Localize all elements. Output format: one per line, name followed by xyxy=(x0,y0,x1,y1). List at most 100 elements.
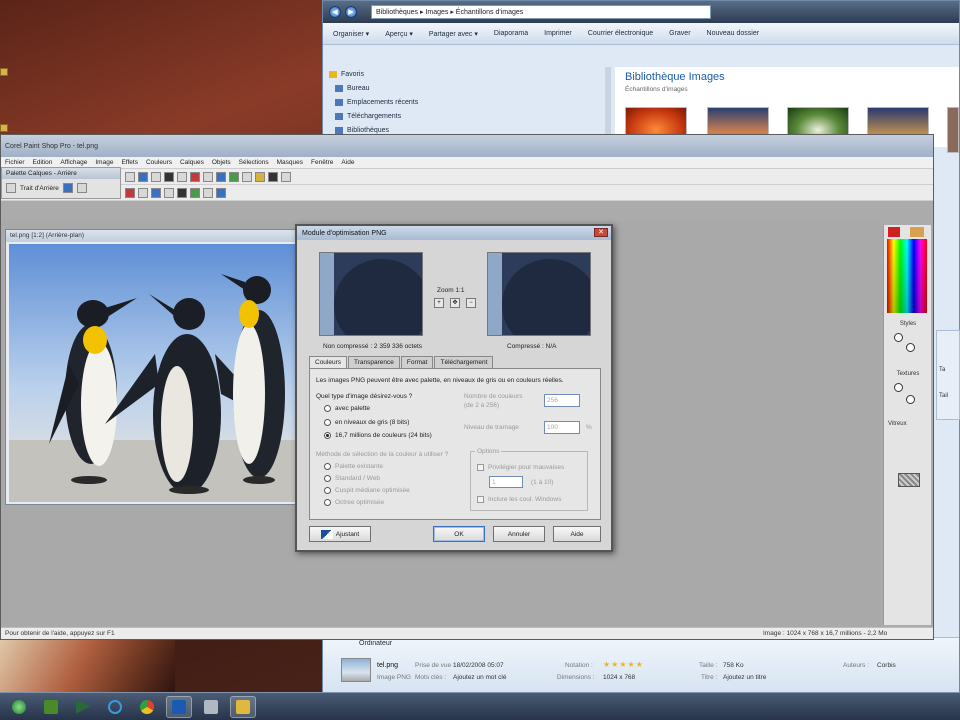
browser-icon[interactable] xyxy=(229,171,239,182)
open-file-icon[interactable] xyxy=(138,171,148,182)
menu-selections[interactable]: Sélections xyxy=(239,159,269,166)
cancel-button[interactable]: Annuler xyxy=(493,526,545,542)
taskbar-psp[interactable] xyxy=(166,695,192,718)
dither-input[interactable]: 100 xyxy=(544,421,580,434)
color-picker-spectrum[interactable] xyxy=(887,239,927,313)
undo-icon[interactable] xyxy=(177,171,187,182)
checkbox-icon[interactable] xyxy=(477,464,484,471)
start-button[interactable] xyxy=(6,696,32,718)
menu-file[interactable]: Fichier xyxy=(5,159,25,166)
nav-scrollbar[interactable] xyxy=(605,67,611,137)
tool-icon[interactable] xyxy=(190,187,200,198)
texture-swatch-icon[interactable] xyxy=(894,383,903,392)
taskbar-media[interactable] xyxy=(70,696,96,718)
toolbar-organize[interactable]: Organiser ▾ xyxy=(333,30,369,38)
back-arrow-icon[interactable]: ◀ xyxy=(329,6,341,18)
tool-icon[interactable] xyxy=(138,187,148,198)
pan-icon[interactable]: ✥ xyxy=(450,298,460,308)
texture-swatch-icon[interactable] xyxy=(906,395,915,404)
menu-effects[interactable]: Effets xyxy=(121,159,138,166)
bleed-amount-input[interactable]: 1 xyxy=(489,476,523,488)
radio-icon[interactable] xyxy=(324,487,331,494)
address-bar[interactable]: Bibliothèques ▸ Images ▸ Échantillons d'… xyxy=(371,5,711,19)
method-octree[interactable]: Octree optimisée xyxy=(324,499,384,506)
tab-transparency[interactable]: Transparence xyxy=(348,356,400,368)
toolbar-preview[interactable]: Aperçu ▾ xyxy=(385,30,413,38)
num-colors-input[interactable]: 256 xyxy=(544,394,580,407)
help-button[interactable]: Aide xyxy=(553,526,601,542)
print-icon[interactable] xyxy=(164,171,174,182)
menu-objects[interactable]: Objets xyxy=(212,159,231,166)
method-existing-palette[interactable]: Palette existante xyxy=(324,463,383,470)
menu-masks[interactable]: Masques xyxy=(277,159,303,166)
radio-icon[interactable] xyxy=(324,405,331,412)
ok-button[interactable]: OK xyxy=(433,526,485,542)
paste-icon[interactable] xyxy=(216,171,226,182)
transparent-label[interactable]: Vitreux xyxy=(884,421,932,427)
menu-colors[interactable]: Couleurs xyxy=(146,159,172,166)
menu-window[interactable]: Fenêtre xyxy=(311,159,333,166)
thumbnail-partial[interactable] xyxy=(947,107,959,153)
radio-icon[interactable] xyxy=(324,463,331,470)
details-title-value[interactable]: Ajoutez un titre xyxy=(723,674,766,681)
tool-icon[interactable] xyxy=(125,187,135,198)
layers-palette-title[interactable]: Palette Calques - Arrière xyxy=(2,168,120,179)
rating-stars-icon[interactable]: ★★★★★ xyxy=(603,660,644,669)
nav-downloads[interactable]: Téléchargements xyxy=(329,109,609,123)
option-grayscale[interactable]: en niveaux de gris (8 bits) xyxy=(324,419,409,426)
option-palette[interactable]: avec palette xyxy=(324,405,370,412)
nav-desktop[interactable]: Bureau xyxy=(329,81,609,95)
tool-icon[interactable] xyxy=(177,187,187,198)
new-file-icon[interactable] xyxy=(125,171,135,182)
layer-visibility-icon[interactable] xyxy=(62,183,73,193)
taskbar-explorer[interactable] xyxy=(230,695,256,718)
taskbar-chrome[interactable] xyxy=(134,696,160,718)
nav-favorites[interactable]: Favoris xyxy=(329,67,609,81)
details-tags-value[interactable]: Ajoutez un mot clé xyxy=(453,674,506,681)
radio-icon[interactable] xyxy=(324,419,331,426)
scan-icon[interactable] xyxy=(242,171,252,182)
tool-icon[interactable] xyxy=(164,187,174,198)
reduce-bleed-check[interactable]: Privilégier pour mauvaises xyxy=(477,464,564,471)
preview-original[interactable] xyxy=(319,252,423,336)
desktop-shortcut-icon[interactable] xyxy=(0,124,8,132)
assistant-button[interactable]: Ajustant xyxy=(309,526,371,542)
tool-icon[interactable] xyxy=(216,187,226,198)
taskbar-minecraft[interactable] xyxy=(38,696,64,718)
radio-icon[interactable] xyxy=(324,499,331,506)
layer-name[interactable]: Trait d'Arrière xyxy=(20,185,59,192)
menu-edit[interactable]: Edition xyxy=(33,159,53,166)
windows-colors-check[interactable]: Inclure les coul. Windows xyxy=(477,496,561,503)
background-color-swatch[interactable] xyxy=(910,227,924,237)
menu-help[interactable]: Aide xyxy=(341,159,354,166)
toolbar-burn[interactable]: Graver xyxy=(669,30,690,37)
radio-selected-icon[interactable] xyxy=(324,432,331,439)
toolbar-share[interactable]: Partager avec ▾ xyxy=(429,30,478,38)
cut-icon[interactable] xyxy=(190,171,200,182)
tab-download[interactable]: Téléchargement xyxy=(434,356,494,368)
penguin-image[interactable] xyxy=(9,244,296,502)
tool-icon[interactable] xyxy=(203,187,213,198)
palette-icon[interactable] xyxy=(268,171,278,182)
toolbar-email[interactable]: Courrier électronique xyxy=(588,30,653,37)
menu-view[interactable]: Affichage xyxy=(60,159,87,166)
toolbar-print[interactable]: Imprimer xyxy=(544,30,572,37)
checkbox-icon[interactable] xyxy=(477,496,484,503)
tab-format[interactable]: Format xyxy=(400,356,434,368)
foreground-color-swatch[interactable] xyxy=(888,227,900,237)
nav-recent[interactable]: Emplacements récents xyxy=(329,95,609,109)
method-median-cut[interactable]: Cuspit médiane optimisée xyxy=(324,487,410,494)
menu-image[interactable]: Image xyxy=(95,159,113,166)
zoom-out-icon[interactable]: − xyxy=(466,298,476,308)
layer-lock-icon[interactable] xyxy=(76,183,87,193)
taskbar-ie[interactable] xyxy=(102,696,128,718)
menu-layers[interactable]: Calques xyxy=(180,159,204,166)
swap-materials-icon[interactable] xyxy=(898,473,920,487)
overview-icon[interactable] xyxy=(281,171,291,182)
copy-icon[interactable] xyxy=(203,171,213,182)
toolbar-new-folder[interactable]: Nouveau dossier xyxy=(707,30,760,37)
toolbar-slideshow[interactable]: Diaporama xyxy=(494,30,528,37)
preview-compressed[interactable] xyxy=(487,252,591,336)
method-standard-web[interactable]: Standard / Web xyxy=(324,475,380,482)
taskbar-app[interactable] xyxy=(198,696,224,718)
